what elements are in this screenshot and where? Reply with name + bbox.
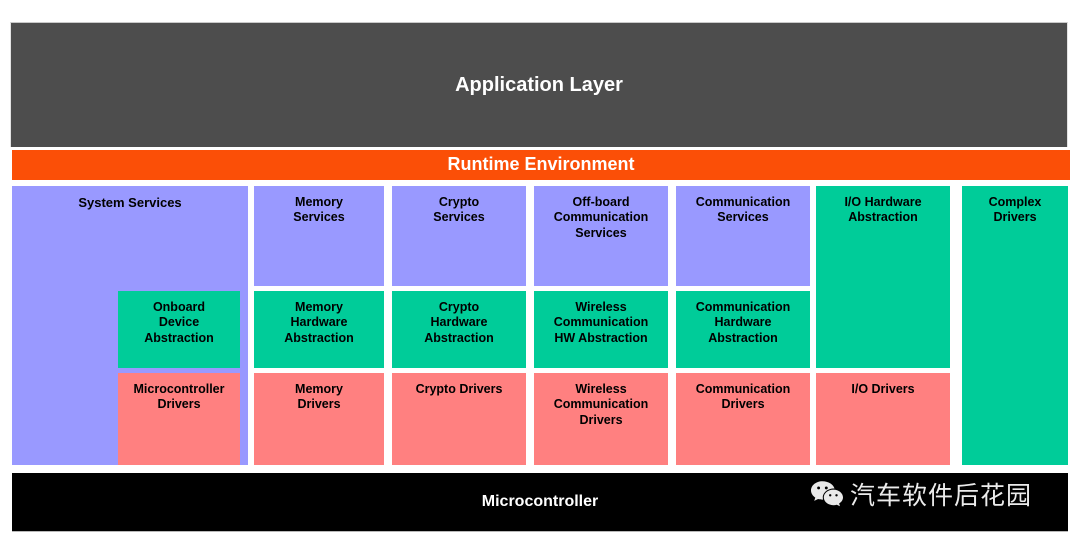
block-communication-drivers-label: Communication Drivers xyxy=(695,382,791,412)
microcontroller-block: Microcontroller xyxy=(12,473,1068,532)
block-io-drivers: I/O Drivers xyxy=(816,373,950,465)
block-memory-drivers-label: Memory Drivers xyxy=(295,382,343,412)
block-communication-hardware-abstraction: Communication Hardware Abstraction xyxy=(676,291,810,368)
block-complex-drivers-label: Complex Drivers xyxy=(988,195,1042,225)
microcontroller-label: Microcontroller xyxy=(481,493,599,511)
block-complex-drivers: Complex Drivers xyxy=(962,186,1068,465)
block-io-hardware-abstraction-label: I/O Hardware Abstraction xyxy=(844,195,922,225)
runtime-environment-block: Runtime Environment xyxy=(12,150,1070,180)
block-communication-hardware-abstraction-label: Communication Hardware Abstraction xyxy=(695,300,791,345)
block-microcontroller-drivers: Microcontroller Drivers xyxy=(118,373,240,465)
block-memory-drivers: Memory Drivers xyxy=(254,373,384,465)
block-communication-drivers: Communication Drivers xyxy=(676,373,810,465)
block-memory-services-label: Memory Services xyxy=(293,195,345,225)
runtime-environment-label: Runtime Environment xyxy=(447,154,635,175)
application-layer-block: Application Layer xyxy=(10,22,1068,147)
block-io-hardware-abstraction: I/O Hardware Abstraction xyxy=(816,186,950,368)
block-crypto-services: Crypto Services xyxy=(392,186,526,286)
block-onboard-device-abstraction-label: Onboard Device Abstraction xyxy=(144,300,214,345)
block-io-drivers-label: I/O Drivers xyxy=(851,382,915,396)
block-offboard-communication-services: Off-board Communication Services xyxy=(534,186,668,286)
block-memory-hardware-abstraction: Memory Hardware Abstraction xyxy=(254,291,384,368)
block-microcontroller-drivers-label: Microcontroller Drivers xyxy=(133,382,225,412)
block-system-services-label: System Services xyxy=(78,195,182,210)
block-crypto-hardware-abstraction-label: Crypto Hardware Abstraction xyxy=(424,300,494,345)
block-crypto-drivers: Crypto Drivers xyxy=(392,373,526,465)
block-communication-services: Communication Services xyxy=(676,186,810,286)
block-memory-hardware-abstraction-label: Memory Hardware Abstraction xyxy=(284,300,354,345)
block-wireless-communication-drivers: Wireless Communication Drivers xyxy=(534,373,668,465)
block-memory-services: Memory Services xyxy=(254,186,384,286)
block-crypto-hardware-abstraction: Crypto Hardware Abstraction xyxy=(392,291,526,368)
block-crypto-drivers-label: Crypto Drivers xyxy=(415,382,503,396)
block-offboard-communication-services-label: Off-board Communication Services xyxy=(553,195,649,240)
block-communication-services-label: Communication Services xyxy=(695,195,791,225)
block-wireless-communication-drivers-label: Wireless Communication Drivers xyxy=(553,382,649,427)
block-wireless-communication-hw-abstraction-label: Wireless Communication HW Abstraction xyxy=(553,300,649,345)
block-crypto-services-label: Crypto Services xyxy=(433,195,485,225)
block-onboard-device-abstraction: Onboard Device Abstraction xyxy=(118,291,240,368)
autosar-layered-architecture-diagram: Application Layer Runtime Environment Sy… xyxy=(0,0,1080,535)
application-layer-label: Application Layer xyxy=(455,73,623,96)
block-wireless-communication-hw-abstraction: Wireless Communication HW Abstraction xyxy=(534,291,668,368)
